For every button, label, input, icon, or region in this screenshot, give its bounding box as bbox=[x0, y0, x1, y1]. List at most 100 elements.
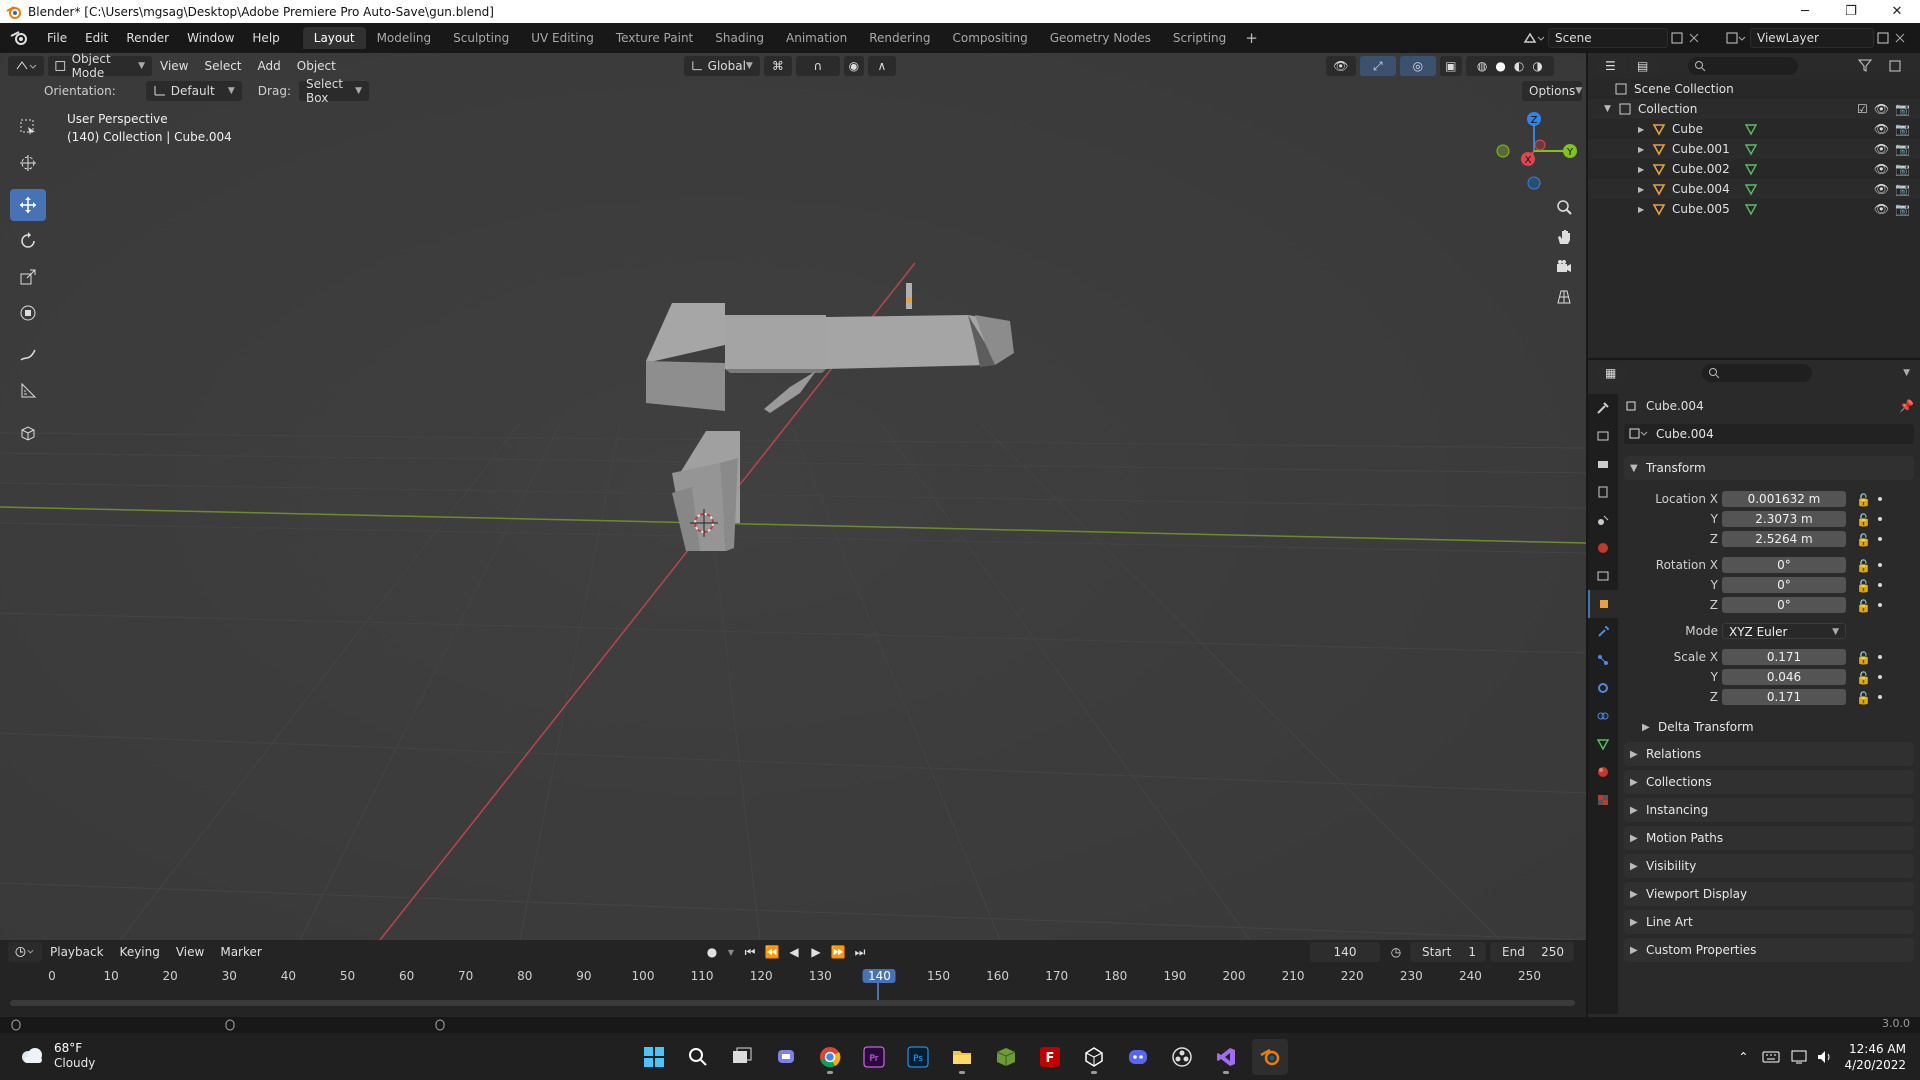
network-icon[interactable] bbox=[1790, 1049, 1808, 1065]
visibility-icon[interactable]: 👁 bbox=[1325, 56, 1356, 76]
tab-scripting[interactable]: Scripting bbox=[1162, 27, 1237, 49]
properties-section-header[interactable]: ▶ Viewport Display bbox=[1624, 882, 1914, 906]
discord-icon[interactable] bbox=[1120, 1039, 1156, 1075]
falloff-icon[interactable]: ∧ bbox=[867, 56, 896, 76]
add-cube-tool-icon[interactable] bbox=[10, 417, 46, 449]
outliner-object-row[interactable]: ▶ Cube.002 👁 📷 bbox=[1588, 159, 1920, 179]
keyframe-location-y-icon[interactable] bbox=[1878, 517, 1882, 521]
scene-name-field[interactable]: Scene bbox=[1548, 28, 1668, 48]
object-render-icon[interactable]: 📷 bbox=[1895, 122, 1910, 136]
tool-properties-tab-icon[interactable] bbox=[1588, 394, 1618, 422]
rotation-x-field[interactable]: 0° bbox=[1722, 557, 1846, 573]
menu-help[interactable]: Help bbox=[243, 27, 288, 49]
outliner-object-row[interactable]: ▶ Cube.005 👁 📷 bbox=[1588, 199, 1920, 219]
material-shading-icon[interactable]: ◐ bbox=[1514, 59, 1524, 73]
chrome-icon[interactable] bbox=[812, 1039, 848, 1075]
tab-layout[interactable]: Layout bbox=[302, 27, 366, 49]
snap-icon[interactable]: ∩ bbox=[795, 56, 840, 76]
new-scene-icon[interactable] bbox=[1668, 30, 1686, 46]
keyframe-location-z-icon[interactable] bbox=[1878, 537, 1882, 541]
properties-options-icon[interactable]: ▼ bbox=[1903, 368, 1910, 378]
orientation-dropdown[interactable]: Default ▼ bbox=[145, 81, 242, 101]
pan-hand-icon[interactable] bbox=[1550, 223, 1578, 251]
keyframe-scale-x-icon[interactable] bbox=[1878, 655, 1882, 659]
collection-visibility-icon[interactable]: 👁 bbox=[1874, 102, 1889, 116]
viewport-menu-view[interactable]: View bbox=[152, 59, 196, 73]
scene-collection-row[interactable]: Scene Collection bbox=[1588, 79, 1920, 99]
proportional-editing-icon[interactable]: ◉ bbox=[843, 56, 864, 76]
premiere-pro-icon[interactable]: Pr bbox=[856, 1039, 892, 1075]
object-render-icon[interactable]: 📷 bbox=[1895, 202, 1910, 216]
weather-widget[interactable]: 68°F Cloudy bbox=[18, 1041, 95, 1071]
search-taskbar-icon[interactable] bbox=[680, 1039, 716, 1075]
mesh-data-icon[interactable] bbox=[1744, 122, 1758, 136]
rotate-tool-icon[interactable] bbox=[10, 225, 46, 257]
collection-checkbox-icon[interactable]: ☑ bbox=[1857, 102, 1868, 116]
keying-dropdown-icon[interactable]: ▼ bbox=[724, 942, 738, 962]
object-name-field[interactable]: Cube.004 bbox=[1624, 424, 1914, 444]
constraints-tab-icon[interactable] bbox=[1588, 702, 1618, 730]
object-visibility-icon[interactable]: 👁 bbox=[1874, 162, 1889, 176]
transform-orientation-dropdown[interactable]: Global ▼ bbox=[683, 56, 760, 76]
pin-icon[interactable]: 📌 bbox=[1899, 399, 1914, 413]
mesh-data-icon[interactable] bbox=[1744, 202, 1758, 216]
windows-start-icon[interactable] bbox=[636, 1039, 672, 1075]
measure-tool-icon[interactable] bbox=[10, 375, 46, 407]
object-type-icon[interactable] bbox=[1628, 427, 1648, 441]
wireframe-shading-icon[interactable]: ◍ bbox=[1477, 59, 1487, 73]
properties-section-header[interactable]: ▶ Motion Paths bbox=[1624, 826, 1914, 850]
keyframe-scale-y-icon[interactable] bbox=[1878, 675, 1882, 679]
options-dropdown[interactable]: Options ▼ bbox=[1522, 81, 1582, 101]
world-tab-icon[interactable] bbox=[1588, 534, 1618, 562]
visual-studio-icon[interactable] bbox=[1208, 1039, 1244, 1075]
render-properties-tab-icon[interactable] bbox=[1588, 422, 1618, 450]
lock-rotation-y-icon[interactable]: 🔓 bbox=[1856, 579, 1871, 593]
lock-scale-z-icon[interactable]: 🔓 bbox=[1856, 691, 1871, 705]
keyframe-rotation-y-icon[interactable] bbox=[1878, 583, 1882, 587]
menu-render[interactable]: Render bbox=[117, 27, 178, 49]
particles-tab-icon[interactable] bbox=[1588, 646, 1618, 674]
keyframe-rotation-z-icon[interactable] bbox=[1878, 603, 1882, 607]
task-view-icon[interactable] bbox=[724, 1039, 760, 1075]
menu-file[interactable]: File bbox=[38, 27, 76, 49]
output-properties-tab-icon[interactable] bbox=[1588, 450, 1618, 478]
properties-section-header[interactable]: ▶ Custom Properties bbox=[1624, 938, 1914, 962]
lock-location-z-icon[interactable]: 🔓 bbox=[1856, 533, 1871, 547]
navigation-gizmo[interactable]: Z Y X bbox=[1490, 109, 1578, 193]
delta-transform-header[interactable]: ▶ Delta Transform bbox=[1624, 715, 1914, 739]
texture-tab-icon[interactable] bbox=[1588, 786, 1618, 814]
mesh-data-icon[interactable] bbox=[1744, 142, 1758, 156]
keyframe-location-x-icon[interactable] bbox=[1878, 497, 1882, 501]
object-visibility-icon[interactable]: 👁 bbox=[1874, 142, 1889, 156]
view-layer-icon[interactable] bbox=[1724, 30, 1746, 46]
outliner-object-row[interactable]: ▶ Cube.001 👁 📷 bbox=[1588, 139, 1920, 159]
timeline-scrollbar[interactable] bbox=[10, 1000, 1575, 1006]
gizmo-toggle-icon[interactable]: ⤢ bbox=[1359, 56, 1396, 76]
lock-rotation-z-icon[interactable]: 🔓 bbox=[1856, 599, 1871, 613]
properties-section-header[interactable]: ▶ Collections bbox=[1624, 770, 1914, 794]
editor-type-icon[interactable] bbox=[8, 56, 44, 76]
view-layer-tab-icon[interactable] bbox=[1588, 478, 1618, 506]
rendered-shading-icon[interactable]: ◑ bbox=[1532, 59, 1542, 73]
3d-viewport[interactable]: Object Mode ▼ View Select Add Object Glo… bbox=[0, 53, 1586, 940]
volume-icon[interactable] bbox=[1816, 1049, 1834, 1065]
transform-panel-header[interactable]: ▼ Transform bbox=[1624, 456, 1914, 480]
display-mode-icon[interactable]: ▤ bbox=[1630, 56, 1658, 76]
viewport-menu-add[interactable]: Add bbox=[250, 59, 289, 73]
current-frame-field[interactable]: 140 bbox=[1310, 942, 1380, 962]
start-frame-field[interactable]: Start 1 bbox=[1410, 942, 1486, 962]
overlays-toggle-icon[interactable]: ◎ bbox=[1399, 56, 1436, 76]
tab-modeling[interactable]: Modeling bbox=[366, 27, 443, 49]
object-render-icon[interactable]: 📷 bbox=[1895, 162, 1910, 176]
scale-tool-icon[interactable] bbox=[10, 261, 46, 293]
collection-render-icon[interactable]: 📷 bbox=[1895, 102, 1910, 116]
physics-tab-icon[interactable] bbox=[1588, 674, 1618, 702]
object-visibility-icon[interactable]: 👁 bbox=[1874, 122, 1889, 136]
object-expand-icon[interactable]: ▶ bbox=[1638, 165, 1648, 174]
properties-search-input[interactable] bbox=[1702, 364, 1812, 382]
new-collection-icon[interactable] bbox=[1888, 59, 1902, 73]
tab-texture-paint[interactable]: Texture Paint bbox=[605, 27, 704, 49]
menu-edit[interactable]: Edit bbox=[76, 27, 117, 49]
lock-location-x-icon[interactable]: 🔓 bbox=[1856, 493, 1871, 507]
filezilla-icon[interactable]: F bbox=[1032, 1039, 1068, 1075]
